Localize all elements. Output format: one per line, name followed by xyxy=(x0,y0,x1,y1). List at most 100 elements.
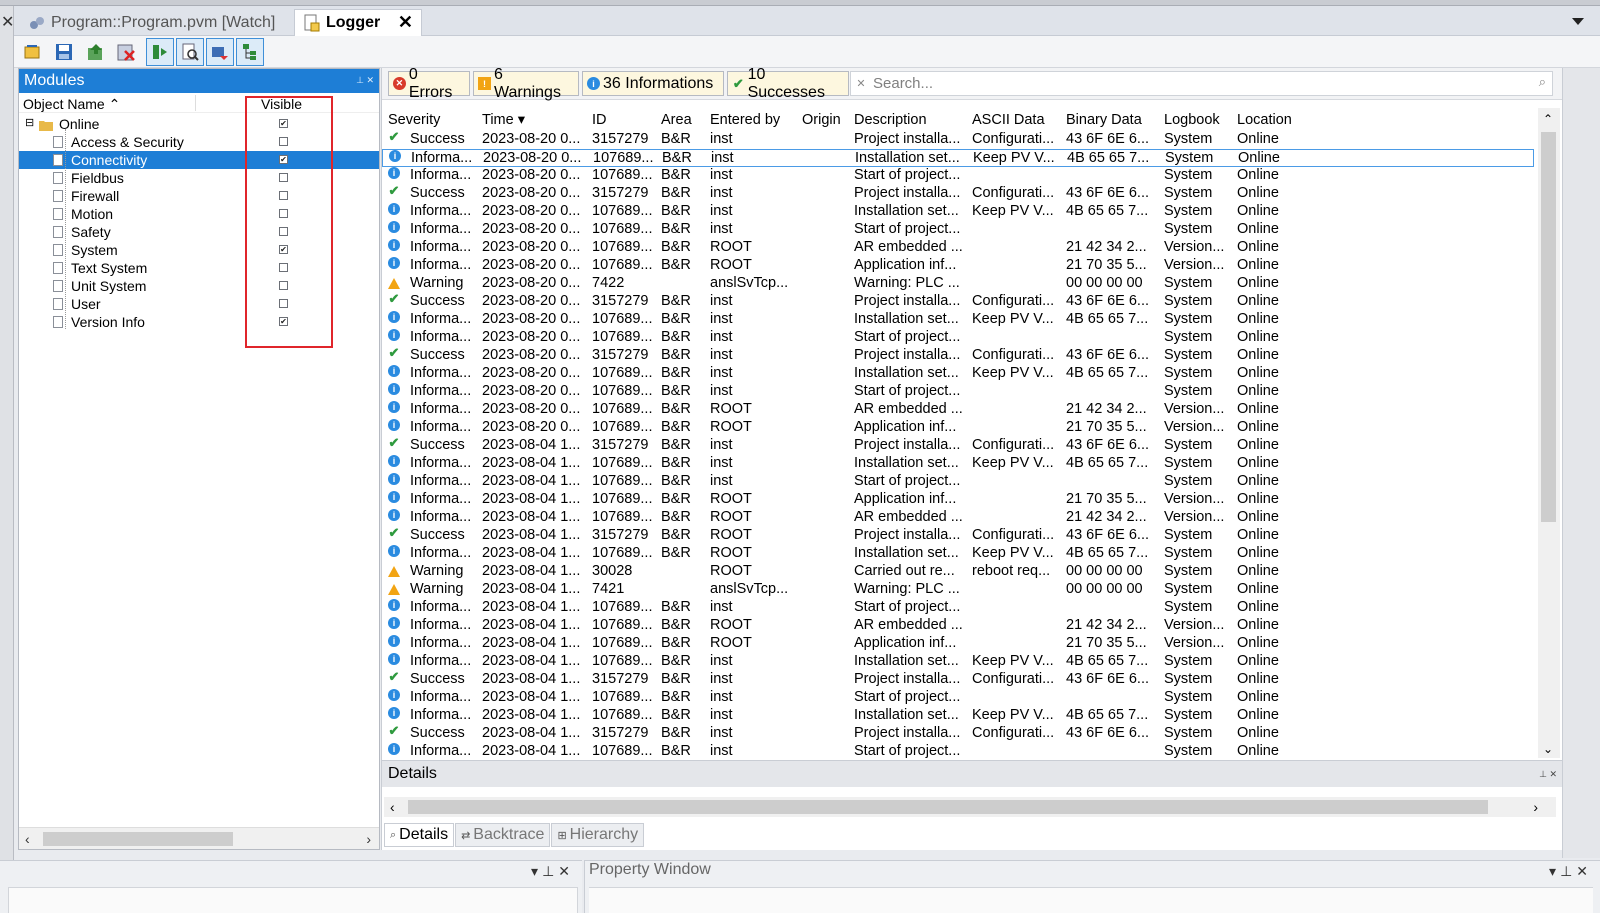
column-area[interactable]: Area xyxy=(661,112,692,128)
modules-horizontal-scrollbar[interactable]: ‹ › xyxy=(19,827,379,849)
visible-checkbox[interactable]: ✔ xyxy=(279,119,288,128)
scroll-thumb[interactable] xyxy=(1541,132,1556,522)
modules-toggle-icon[interactable] xyxy=(146,38,174,66)
module-item[interactable]: ⊟ Online ✔ xyxy=(19,115,379,133)
table-row[interactable]: ✔ Success 2023-08-04 1... 3157279 B&R inst Pro… xyxy=(382,669,1534,689)
table-row[interactable]: ✔ Success 2023-08-04 1... 3157279 B&R ROOT Pro… xyxy=(382,525,1534,545)
tab-hierarchy[interactable]: ⊞ Hierarchy xyxy=(551,823,645,847)
successes-filter-button[interactable]: ✔ 10 Successes xyxy=(727,66,849,101)
table-row[interactable]: i Informa... 2023-08-04 1... 107689... B&R in… xyxy=(382,653,1534,671)
clear-search-icon[interactable]: ✕ xyxy=(853,77,869,90)
table-row[interactable]: i Informa... 2023-08-20 0... 107689... B&R in… xyxy=(382,203,1534,221)
column-origin[interactable]: Origin xyxy=(802,112,841,128)
table-row[interactable]: i Informa... 2023-08-04 1... 107689... B&R in… xyxy=(382,455,1534,473)
table-row[interactable]: i Informa... 2023-08-20 0... 107689... B&R RO… xyxy=(382,401,1534,419)
module-item[interactable]: Firewall xyxy=(19,187,379,205)
module-item[interactable]: Connectivity ✔ xyxy=(19,151,379,169)
table-row[interactable]: i Informa... 2023-08-04 1... 107689... B&R in… xyxy=(382,743,1534,758)
table-row[interactable]: i Informa... 2023-08-04 1... 107689... B&R RO… xyxy=(382,545,1534,563)
table-row[interactable]: i Informa... 2023-08-04 1... 107689... B&R in… xyxy=(382,473,1534,491)
scroll-up-icon[interactable]: ⌃ xyxy=(1543,112,1553,126)
module-item[interactable]: Motion xyxy=(19,205,379,223)
close-tab-icon[interactable]: ✕ xyxy=(398,12,413,33)
table-row[interactable]: i Informa... 2023-08-20 0... 107689... B&R in… xyxy=(382,149,1534,167)
visible-checkbox[interactable]: ✔ xyxy=(279,245,288,254)
pin-icon[interactable]: ⊥ ✕ xyxy=(1539,769,1557,780)
visible-checkbox[interactable]: ✔ xyxy=(279,317,288,326)
pin-icon[interactable]: ⊥ ✕ xyxy=(356,75,374,86)
visible-checkbox[interactable] xyxy=(279,227,288,236)
column-object-name[interactable]: Object Name ⌃ xyxy=(23,96,120,113)
column-entered-by[interactable]: Entered by xyxy=(710,112,780,128)
panel-controls-icon[interactable]: ▾⊥✕ xyxy=(1549,863,1592,880)
table-row[interactable]: i Informa... 2023-08-04 1... 107689... B&R RO… xyxy=(382,509,1534,527)
table-row[interactable]: i Informa... 2023-08-04 1... 107689... B&R in… xyxy=(382,707,1534,725)
scroll-down-icon[interactable]: ⌄ xyxy=(1543,742,1553,756)
table-row[interactable]: i Informa... 2023-08-04 1... 107689... B&R in… xyxy=(382,599,1534,617)
module-item[interactable]: System ✔ xyxy=(19,241,379,259)
tab-details[interactable]: ⌕ Details xyxy=(384,823,455,847)
table-row[interactable]: i Informa... 2023-08-20 0... 107689... B&R in… xyxy=(382,383,1534,401)
module-item[interactable]: Fieldbus xyxy=(19,169,379,187)
visible-checkbox[interactable] xyxy=(279,209,288,218)
close-icon[interactable]: ✕ xyxy=(1,12,14,32)
visible-checkbox[interactable] xyxy=(279,263,288,272)
scroll-left-icon[interactable]: ‹ xyxy=(390,799,395,815)
table-row[interactable]: ✔ Success 2023-08-20 0... 3157279 B&R inst Pro… xyxy=(382,291,1534,311)
module-item[interactable]: Safety xyxy=(19,223,379,241)
scroll-left-icon[interactable]: ‹ xyxy=(25,831,30,847)
table-row[interactable]: ✔ Success 2023-08-04 1... 3157279 B&R inst Pro… xyxy=(382,435,1534,455)
column-ascii-data[interactable]: ASCII Data xyxy=(972,112,1045,128)
tab-program-watch[interactable]: Program::Program.pvm [Watch] xyxy=(20,9,283,36)
module-item[interactable]: Unit System xyxy=(19,277,379,295)
tab-list-dropdown-icon[interactable] xyxy=(1572,18,1584,25)
column-severity[interactable]: Severity xyxy=(388,112,440,128)
module-item[interactable]: Text System xyxy=(19,259,379,277)
clear-icon[interactable] xyxy=(112,38,140,66)
module-item[interactable]: User xyxy=(19,295,379,313)
table-row[interactable]: Warning 2023-08-04 1... 30028 ROOT Carried o… xyxy=(382,563,1534,581)
details-horizontal-scrollbar[interactable]: ‹ › xyxy=(384,797,1556,817)
search-icon[interactable]: ⌕ xyxy=(1539,74,1546,90)
visible-checkbox[interactable] xyxy=(279,299,288,308)
table-row[interactable]: i Informa... 2023-08-04 1... 107689... B&R in… xyxy=(382,689,1534,707)
column-binary-data[interactable]: Binary Data xyxy=(1066,112,1142,128)
scroll-thumb[interactable] xyxy=(43,832,233,846)
module-item[interactable]: Access & Security xyxy=(19,133,379,151)
table-row[interactable]: i Informa... 2023-08-20 0... 107689... B&R RO… xyxy=(382,419,1534,437)
table-row[interactable]: i Informa... 2023-08-20 0... 107689... B&R in… xyxy=(382,329,1534,347)
column-logbook[interactable]: Logbook xyxy=(1164,112,1220,128)
collapse-icon[interactable]: ⊟ xyxy=(25,116,34,129)
table-row[interactable]: i Informa... 2023-08-20 0... 107689... B&R RO… xyxy=(382,239,1534,257)
visible-checkbox[interactable]: ✔ xyxy=(279,155,288,164)
table-row[interactable]: i Informa... 2023-08-04 1... 107689... B&R RO… xyxy=(382,491,1534,509)
column-description[interactable]: Description xyxy=(854,112,927,128)
table-row[interactable]: i Informa... 2023-08-20 0... 107689... B&R in… xyxy=(382,221,1534,239)
table-row[interactable]: i Informa... 2023-08-20 0... 107689... B&R in… xyxy=(382,311,1534,329)
hierarchy-toggle-icon[interactable] xyxy=(236,38,264,66)
table-row[interactable]: i Informa... 2023-08-04 1... 107689... B&R RO… xyxy=(382,635,1534,653)
table-row[interactable]: Warning 2023-08-04 1... 7421 anslSvTcp... Wa… xyxy=(382,581,1534,599)
details-toggle-icon[interactable] xyxy=(176,38,204,66)
grid-vertical-scrollbar[interactable]: ⌃ ⌄ xyxy=(1538,108,1560,758)
column-location[interactable]: Location xyxy=(1237,112,1292,128)
module-item[interactable]: Version Info ✔ xyxy=(19,313,379,331)
refresh-icon[interactable] xyxy=(18,38,46,66)
scroll-right-icon[interactable]: › xyxy=(366,831,371,847)
connect-icon[interactable] xyxy=(206,38,234,66)
table-row[interactable]: i Informa... 2023-08-20 0... 107689... B&R RO… xyxy=(382,257,1534,275)
errors-filter-button[interactable]: ✕ 0 Errors xyxy=(388,66,470,101)
table-row[interactable]: ✔ Success 2023-08-04 1... 3157279 B&R inst Pro… xyxy=(382,723,1534,743)
scroll-right-icon[interactable]: › xyxy=(1533,799,1538,815)
export-icon[interactable] xyxy=(82,38,110,66)
tab-backtrace[interactable]: ⇄ Backtrace xyxy=(455,823,551,847)
panel-controls-icon[interactable]: ▾⊥✕ xyxy=(531,863,574,880)
table-row[interactable]: ✔ Success 2023-08-20 0... 3157279 B&R inst Pro… xyxy=(382,129,1534,149)
visible-checkbox[interactable] xyxy=(279,173,288,182)
column-id[interactable]: ID xyxy=(592,112,607,128)
tab-logger[interactable]: Logger ✕ xyxy=(294,9,422,36)
table-row[interactable]: ✔ Success 2023-08-20 0... 3157279 B&R inst Pro… xyxy=(382,183,1534,203)
table-row[interactable]: i Informa... 2023-08-20 0... 107689... B&R in… xyxy=(382,365,1534,383)
column-visible[interactable]: Visible xyxy=(261,96,302,112)
column-time[interactable]: Time ▾ xyxy=(482,112,525,128)
